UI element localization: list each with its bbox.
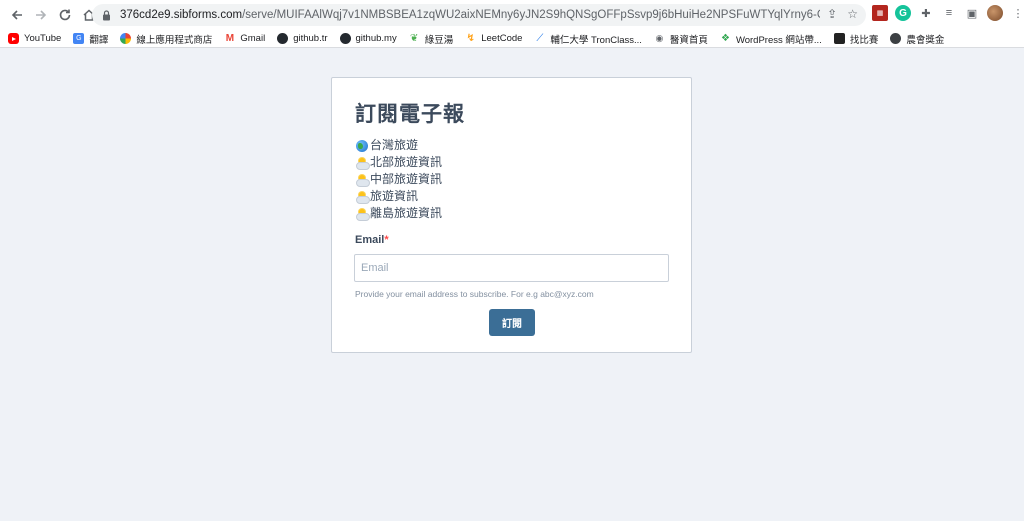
description-line: 台灣旅遊: [355, 137, 442, 154]
bookmark-label: 翻譯: [89, 34, 109, 46]
email-help-text: Provide your email address to subscribe.…: [355, 289, 594, 299]
github-icon: [339, 33, 351, 44]
translate-icon: G: [73, 33, 85, 44]
wordpress-icon: ❖: [720, 33, 730, 44]
bookmark-github-tr[interactable]: github.tr: [277, 33, 328, 44]
bookmark-label: LeetCode: [481, 33, 523, 44]
required-mark: *: [384, 234, 389, 246]
form-description: 台灣旅遊 北部旅遊資訊 中部旅遊資訊 旅遊資訊 離島旅遊資訊: [355, 137, 442, 222]
forward-button[interactable]: [30, 4, 52, 26]
bookmark-label: WordPress 網站帶...: [735, 34, 822, 46]
description-line: 中部旅遊資訊: [355, 171, 442, 188]
side-panel-icon[interactable]: ▣: [964, 5, 980, 21]
bookmark-med[interactable]: ◉ 醫資首頁: [654, 32, 708, 46]
github-icon: [277, 33, 289, 44]
bookmark-contest[interactable]: 找比賽: [833, 32, 879, 46]
bookmark-webstore[interactable]: 線上應用程式商店: [120, 32, 212, 46]
arrow-right-icon: [36, 10, 47, 20]
email-label-text: Email: [355, 234, 385, 246]
browser-toolbar: 376cd2e9.sibforms.com/serve/MUIFAAlWqj7v…: [0, 0, 1024, 30]
bookmark-translate[interactable]: G 翻譯: [73, 32, 108, 46]
description-line: 北部旅遊資訊: [355, 154, 442, 171]
description-text: 北部旅遊資訊: [370, 155, 443, 169]
reload-icon: [59, 9, 71, 21]
share-icon[interactable]: ⇪: [827, 7, 837, 21]
reload-button[interactable]: [54, 4, 76, 26]
youtube-icon: [8, 33, 19, 44]
arrow-left-icon: [11, 10, 22, 20]
bookmark-leetcode[interactable]: ↯ LeetCode: [465, 33, 523, 44]
bookmark-label: 線上應用程式商店: [136, 34, 213, 46]
leaf-icon: ❦: [410, 33, 419, 44]
webstore-icon: [120, 33, 132, 44]
grammarly-icon[interactable]: G: [895, 5, 911, 21]
description-line: 離島旅遊資訊: [355, 205, 442, 222]
email-label: Email*: [355, 234, 389, 246]
bookmark-label: github.my: [355, 33, 397, 44]
url-host: 376cd2e9.sibforms.com: [120, 9, 243, 21]
bookmark-label: 找比賽: [849, 34, 879, 46]
url-path: /serve/MUIFAAlWqj7v1NMBSBEA1zqWU2aixNEMn…: [242, 9, 820, 21]
subscribe-button[interactable]: 訂閱: [489, 309, 535, 336]
bookmark-label: 醫資首頁: [669, 34, 708, 46]
contest-icon: [833, 33, 845, 44]
bookmark-tronclass[interactable]: ⟋ 輔仁大學 TronClass...: [534, 32, 642, 46]
sun-cloud-icon: [355, 207, 370, 221]
sun-cloud-icon: [355, 173, 370, 187]
bookmark-star-icon[interactable]: ☆: [847, 7, 858, 21]
bookmark-label: 輔仁大學 TronClass...: [550, 34, 642, 46]
bookmark-globe[interactable]: 農會獎金: [890, 32, 944, 46]
map-pin-icon: ◉: [655, 33, 664, 43]
sun-cloud-icon: [355, 190, 370, 204]
email-field[interactable]: [354, 254, 669, 282]
bookmark-label: 農會獎金: [906, 34, 945, 46]
tronclass-icon: ⟋: [536, 33, 544, 44]
menu-dots-icon[interactable]: ⋮: [1010, 5, 1024, 21]
globe-icon: [355, 139, 368, 152]
leetcode-icon: ↯: [466, 33, 475, 44]
bookmark-label: 綠豆湯: [424, 34, 454, 46]
url-text: 376cd2e9.sibforms.com/serve/MUIFAAlWqj7v…: [120, 9, 820, 21]
bookmark-leaf[interactable]: ❦ 綠豆湯: [409, 32, 454, 46]
reading-list-icon[interactable]: ≡: [941, 5, 957, 21]
bookmark-gmail[interactable]: M Gmail: [224, 33, 265, 44]
description-line: 旅遊資訊: [355, 188, 442, 205]
lock-icon: [102, 9, 112, 21]
bookmark-wordpress[interactable]: ❖ WordPress 網站帶...: [720, 32, 822, 46]
description-text: 離島旅遊資訊: [370, 206, 443, 220]
form-title: 訂閱電子報: [355, 103, 465, 126]
bookmark-github-my[interactable]: github.my: [339, 33, 397, 44]
extension-red-icon[interactable]: ▦: [872, 5, 888, 21]
back-button[interactable]: [6, 4, 28, 26]
profile-avatar[interactable]: [987, 5, 1003, 21]
subscribe-form-card: 訂閱電子報 台灣旅遊 北部旅遊資訊 中部旅遊資訊 旅遊資訊 離島旅遊資訊 Ema…: [331, 77, 692, 353]
bookmark-label: Gmail: [240, 33, 266, 44]
description-text: 台灣旅遊: [370, 138, 419, 152]
globe-icon: [890, 33, 902, 44]
bookmarks-bar: YouTube G 翻譯 線上應用程式商店 M Gmail github.tr gi…: [0, 30, 1024, 48]
bookmark-label: github.tr: [293, 33, 328, 44]
description-text: 旅遊資訊: [370, 189, 419, 203]
description-text: 中部旅遊資訊: [370, 172, 443, 186]
gmail-icon: M: [225, 33, 235, 44]
bookmark-label: YouTube: [24, 33, 62, 44]
address-bar[interactable]: 376cd2e9.sibforms.com/serve/MUIFAAlWqj7v…: [92, 4, 866, 26]
bookmark-youtube[interactable]: YouTube: [8, 33, 61, 44]
puzzle-icon[interactable]: ✚: [918, 5, 934, 21]
extensions-area: ▦ G ✚ ≡ ▣ ⋮: [872, 5, 1024, 21]
sun-cloud-icon: [355, 156, 370, 170]
